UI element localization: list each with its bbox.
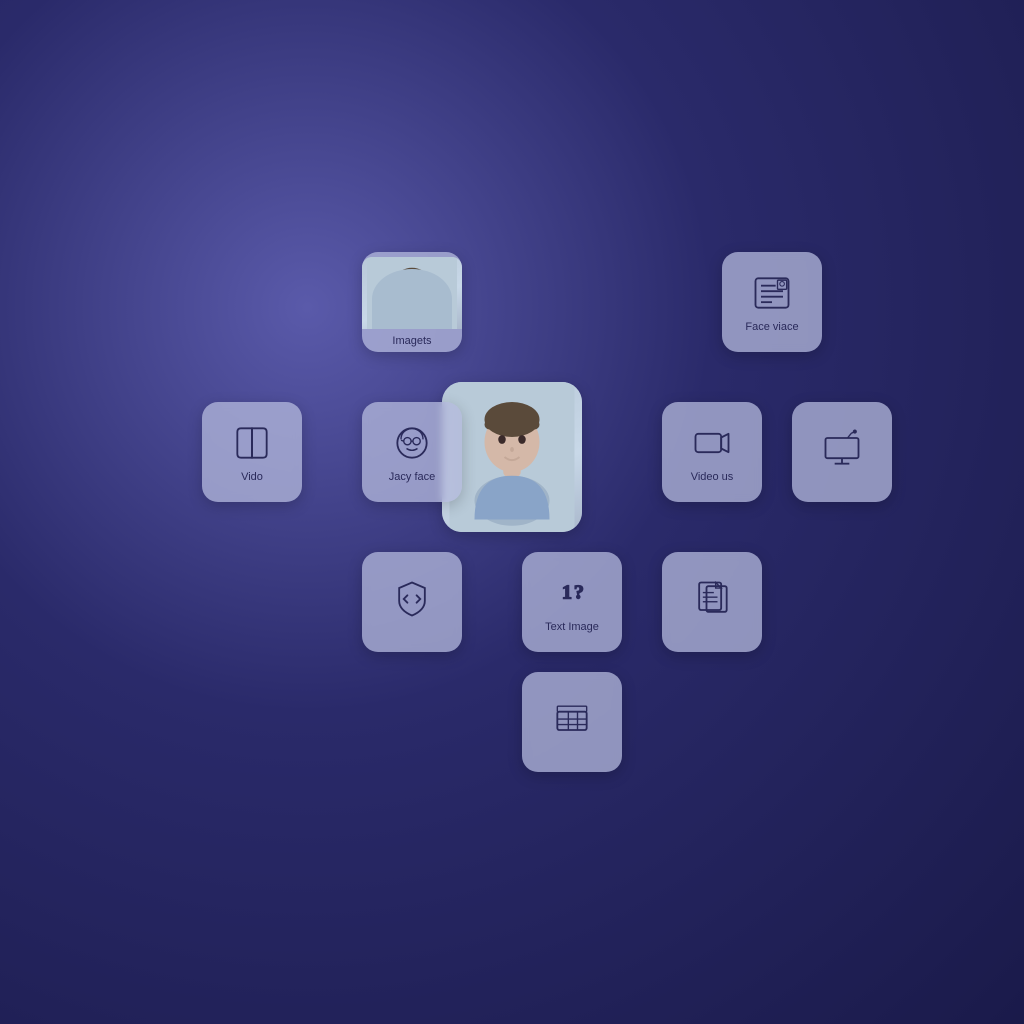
- jacyface-card[interactable]: Jacy face: [362, 402, 462, 502]
- jacyface-label: Jacy face: [389, 471, 435, 483]
- text-image-icon: 1 ?: [550, 571, 594, 615]
- codeshield-card[interactable]: [362, 552, 462, 652]
- device-icon: [820, 427, 864, 471]
- table-icon: [550, 697, 594, 741]
- imagets-label: Imagets: [392, 335, 431, 347]
- main-grid: Imagets Face viace Vido: [162, 212, 862, 812]
- center-face-card[interactable]: [442, 382, 582, 532]
- videous-label: Video us: [691, 471, 734, 483]
- farright-card[interactable]: [792, 402, 892, 502]
- imagets-card[interactable]: Imagets: [362, 252, 462, 352]
- imagets-face: [362, 257, 462, 329]
- cartoon-face-icon: [390, 421, 434, 465]
- svg-text:1: 1: [562, 582, 572, 604]
- document-card[interactable]: [662, 552, 762, 652]
- document-icon: [690, 577, 734, 621]
- textimage-label: Text Image: [545, 621, 599, 633]
- center-face-image: [442, 382, 582, 532]
- svg-text:?: ?: [574, 582, 584, 604]
- faceviace-icon: [750, 271, 794, 315]
- faceviace-label: Face viace: [745, 321, 798, 333]
- vido-label: Vido: [241, 471, 263, 483]
- vido-card[interactable]: Vido: [202, 402, 302, 502]
- shield-code-icon: [390, 577, 434, 621]
- textimage-card[interactable]: 1 ? Text Image: [522, 552, 622, 652]
- videous-card[interactable]: Video us: [662, 402, 762, 502]
- video-icon: [690, 421, 734, 465]
- book-icon: [230, 421, 274, 465]
- faceviace-card[interactable]: Face viace: [722, 252, 822, 352]
- table-card[interactable]: [522, 672, 622, 772]
